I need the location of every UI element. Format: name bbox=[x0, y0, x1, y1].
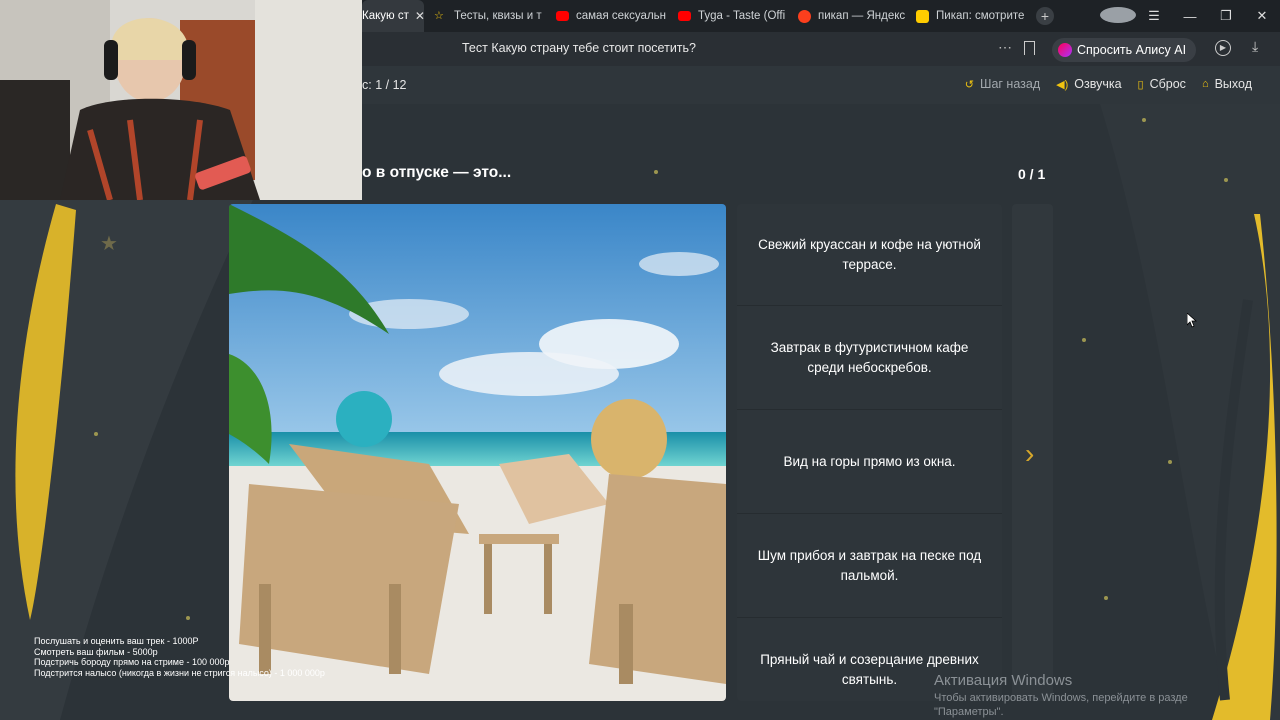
tab-5[interactable]: Пикап: смотрите bbox=[906, 0, 1030, 32]
answer-option[interactable]: Шум прибоя и завтрак на песке под пальмо… bbox=[737, 514, 1002, 618]
tab-label: Пикап: смотрите bbox=[936, 10, 1025, 22]
youtube-icon bbox=[678, 11, 691, 21]
yandex-icon bbox=[798, 9, 811, 23]
home-icon: ⌂ bbox=[1201, 78, 1209, 90]
back-label: Шаг назад bbox=[979, 77, 1041, 91]
close-window-button[interactable]: ✕ bbox=[1244, 8, 1280, 24]
activation-title: Активация Windows bbox=[934, 672, 1073, 689]
tab-label: Tyga - Taste (Offi bbox=[698, 10, 786, 22]
question-progress: с: 1 / 12 bbox=[362, 78, 407, 92]
answer-option[interactable]: Вид на горы прямо из окна. bbox=[737, 410, 1002, 514]
profile-button[interactable] bbox=[1100, 6, 1136, 26]
answer-text: Шум прибоя и завтрак на песке под пальмо… bbox=[757, 547, 982, 583]
minimize-button[interactable]: — bbox=[1172, 9, 1208, 24]
score-counter: 0 / 1 bbox=[1018, 166, 1046, 182]
mouse-cursor-icon bbox=[1187, 313, 1197, 328]
alice-icon bbox=[1058, 43, 1072, 57]
webcam-overlay bbox=[0, 0, 362, 200]
stream-overlay-text: Послушать и оценить ваш трек - 1000Р Смо… bbox=[34, 636, 325, 678]
overlay-line: Подстричь бороду прямо на стриме - 100 0… bbox=[34, 657, 230, 667]
more-icon[interactable]: ⋯ bbox=[998, 39, 1012, 56]
window-controls: ☰ — ❐ ✕ bbox=[1100, 0, 1280, 32]
exit-button[interactable]: ⌂ Выход bbox=[1202, 77, 1252, 91]
ask-alice-button[interactable]: Спросить Алису AI bbox=[1052, 38, 1197, 62]
answer-option[interactable]: Завтрак в футуристичном кафе среди небос… bbox=[737, 306, 1002, 410]
tab-4[interactable]: пикап — Яндекс bbox=[788, 0, 906, 32]
bookmark-icon[interactable] bbox=[1024, 41, 1035, 55]
download-icon[interactable]: ⤓ bbox=[1252, 38, 1258, 55]
voice-label: Озвучка bbox=[1074, 77, 1122, 91]
reset-button[interactable]: ▯ Сброс bbox=[1138, 77, 1186, 91]
svg-text:★: ★ bbox=[100, 231, 118, 255]
new-tab-button[interactable]: + bbox=[1036, 7, 1054, 25]
question-image bbox=[229, 204, 726, 701]
activation-line: "Параметры". bbox=[934, 706, 1004, 718]
tab-label: самая сексуальн bbox=[576, 10, 666, 22]
close-icon[interactable]: ✕ bbox=[415, 9, 424, 23]
overlay-line: Подстрится налысо (никогда в жизни не ст… bbox=[34, 667, 325, 678]
tab-0[interactable]: Какую ст ✕ bbox=[362, 0, 424, 32]
answer-text: Вид на горы прямо из окна. bbox=[783, 453, 956, 469]
beach-image bbox=[229, 204, 726, 701]
play-icon[interactable]: ▶ bbox=[1215, 40, 1231, 56]
tab-2[interactable]: самая сексуальн bbox=[546, 0, 668, 32]
menu-icon[interactable]: ☰ bbox=[1136, 8, 1172, 24]
reset-label: Сброс bbox=[1149, 77, 1186, 91]
tab-label: пикап — Яндекс bbox=[818, 10, 906, 22]
windows-activation-watermark: Активация Windows Чтобы активировать Win… bbox=[934, 672, 1188, 718]
webcam-image bbox=[0, 0, 362, 200]
activation-line: Чтобы активировать Windows, перейдите в … bbox=[934, 692, 1188, 704]
speaker-icon: ◀) bbox=[1056, 78, 1069, 91]
tab-label: Тесты, квизы и т bbox=[454, 10, 542, 22]
avatar-icon bbox=[1100, 6, 1136, 23]
youtube-icon bbox=[556, 11, 569, 21]
answer-text: Свежий круассан и кофе на уютной террасе… bbox=[758, 236, 981, 272]
overlay-line: Послушать и оценить ваш трек - 1000Р bbox=[34, 636, 199, 646]
trash-icon: ▯ bbox=[1137, 78, 1144, 91]
answer-options: Свежий круассан и кофе на уютной террасе… bbox=[737, 204, 1002, 701]
page-title[interactable]: Тест Какую страну тебе стоит посетить? bbox=[462, 41, 696, 55]
tab-3[interactable]: Tyga - Taste (Offi bbox=[668, 0, 788, 32]
back-button[interactable]: ↺ Шаг назад bbox=[965, 77, 1040, 91]
kinopoisk-icon bbox=[916, 9, 929, 23]
question-title: о в отпуске — это... bbox=[362, 164, 512, 181]
maximize-button[interactable]: ❐ bbox=[1208, 8, 1244, 24]
star-icon: ☆ bbox=[434, 9, 444, 22]
chevron-right-icon[interactable]: › bbox=[1025, 438, 1034, 470]
tab-label: Какую ст bbox=[362, 10, 409, 22]
quiz-actions: ↺ Шаг назад ◀) Озвучка ▯ Сброс ⌂ Выход bbox=[965, 77, 1252, 91]
answer-option[interactable]: Свежий круассан и кофе на уютной террасе… bbox=[737, 204, 1002, 306]
voice-button[interactable]: ◀) Озвучка bbox=[1056, 77, 1121, 91]
undo-icon: ↺ bbox=[964, 78, 974, 91]
ask-alice-label: Спросить Алису AI bbox=[1077, 43, 1187, 57]
answer-text: Завтрак в футуристичном кафе среди небос… bbox=[770, 339, 969, 375]
exit-label: Выход bbox=[1214, 77, 1252, 91]
overlay-line: Смотреть ваш фильм - 5000р bbox=[34, 646, 158, 657]
tab-1[interactable]: ☆ Тесты, квизы и т bbox=[424, 0, 546, 32]
